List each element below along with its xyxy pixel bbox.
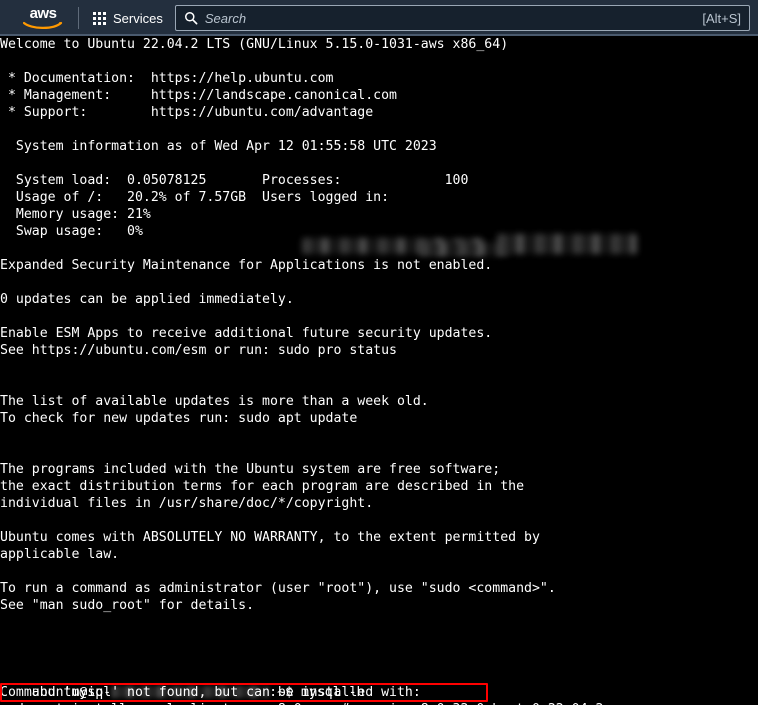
aws-logo[interactable]: aws [14, 4, 72, 30]
aws-logo-text: aws [29, 4, 57, 22]
terminal-line: Memory usage: 21% [0, 207, 151, 222]
terminal-output: Command 'mysql' not found, but can be in… [0, 684, 635, 705]
terminal-line: The programs included with the Ubuntu sy… [0, 462, 501, 477]
terminal-window[interactable]: Welcome to Ubuntu 22.04.2 LTS (GNU/Linux… [0, 36, 758, 705]
terminal-line: individual files in /usr/share/doc/*/cop… [0, 496, 374, 511]
terminal-output-line: sudo apt install mysql-client-core-8.0 #… [0, 701, 635, 705]
terminal-line: Enable ESM Apps to receive additional fu… [0, 326, 493, 341]
aws-smile-icon [23, 21, 63, 29]
terminal-line: Ubuntu comes with ABSOLUTELY NO WARRANTY… [0, 530, 540, 545]
terminal-line: System information as of Wed Apr 12 01:5… [0, 139, 437, 154]
terminal-line: Usage of /: 20.2% of 7.57GB Users logged… [0, 190, 390, 205]
terminal-line: 0 updates can be applied immediately. [0, 292, 294, 307]
search-box[interactable]: [Alt+S] [174, 5, 750, 31]
terminal-line: Expanded Security Maintenance for Applic… [0, 258, 493, 273]
navbar-divider [78, 7, 79, 29]
terminal-line: The list of available updates is more th… [0, 394, 429, 409]
terminal-line: * Support: https://ubuntu.com/advantage [0, 105, 374, 120]
terminal-line: applicable law. [0, 547, 120, 562]
shell-prompt-line: ubuntu@ip-:~$ mysql -h [0, 667, 365, 700]
search-input[interactable] [204, 10, 697, 26]
terminal-line: the exact distribution terms for each pr… [0, 479, 525, 494]
terminal-line: To check for new updates run: sudo apt u… [0, 411, 358, 426]
services-label: Services [113, 10, 163, 26]
search-icon [184, 11, 198, 25]
terminal-line: * Documentation: https://help.ubuntu.com [0, 71, 334, 86]
terminal-line: See https://ubuntu.com/esm or run: sudo … [0, 343, 397, 358]
aws-top-navbar: aws Services [Alt+S] [0, 0, 758, 36]
censored-ip-block-2 [497, 234, 637, 254]
terminal-line: Welcome to Ubuntu 22.04.2 LTS (GNU/Linux… [0, 37, 509, 52]
terminal-line: * Management: https://landscape.canonica… [0, 88, 397, 103]
grid-icon [93, 11, 106, 25]
terminal-line: To run a command as administrator (user … [0, 581, 556, 596]
search-shortcut-hint: [Alt+S] [702, 10, 741, 26]
services-menu-button[interactable]: Services [87, 7, 169, 30]
censored-ip-block-3 [420, 242, 510, 256]
terminal-output-line: Command 'mysql' not found, but can be in… [0, 685, 421, 700]
terminal-motd: Welcome to Ubuntu 22.04.2 LTS (GNU/Linux… [0, 36, 758, 631]
terminal-line: See "man sudo_root" for details. [0, 598, 255, 613]
terminal-line: System load: 0.05078125 Processes: 100 [0, 173, 469, 188]
